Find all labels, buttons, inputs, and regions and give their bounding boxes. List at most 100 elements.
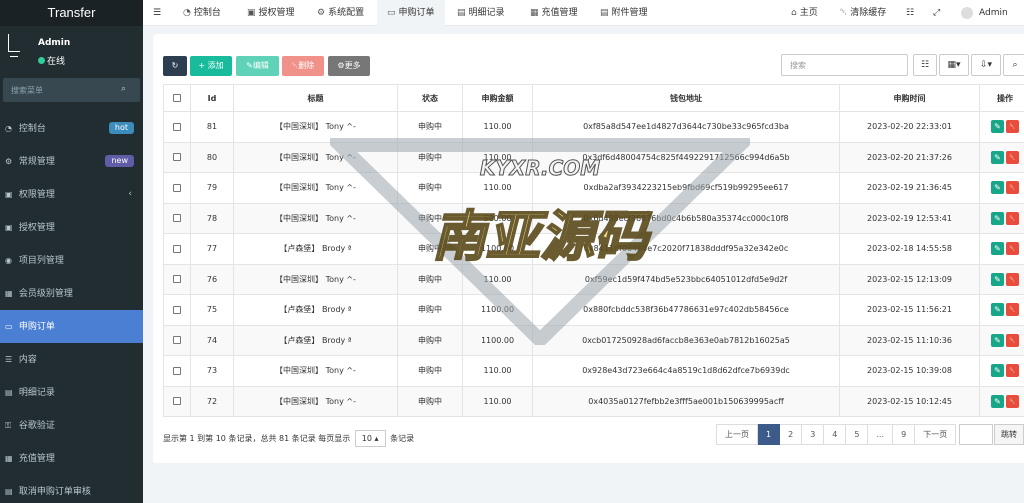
sidebar-item-general[interactable]: ⚙ 常规管理 new <box>0 145 143 178</box>
tab-recharge[interactable]: ▦ 充值管理 <box>530 0 578 26</box>
export-icon[interactable]: ⇩▾ <box>971 54 1001 76</box>
row-select-cell[interactable] <box>163 294 191 326</box>
row-select-cell[interactable] <box>163 111 191 143</box>
table-row[interactable]: 80 【中国深圳】 Tony ^- 申购中 110.00 0x3df6d48004754… <box>163 141 1024 173</box>
edit-button[interactable]: ✎编辑 <box>236 56 279 76</box>
page-button[interactable]: 3 <box>802 424 825 445</box>
sidebar-item-recharge[interactable]: ▦ 充值管理 <box>0 442 143 475</box>
sidebar-item-authorization[interactable]: ▣ 授权管理 <box>0 211 143 244</box>
table-view-icon[interactable]: ☷ <box>913 54 937 76</box>
delete-row-button[interactable]: ␡ <box>1006 333 1019 347</box>
menu-toggle-icon[interactable]: ☰ <box>153 0 161 26</box>
row-select-cell[interactable] <box>163 385 191 417</box>
refresh-button[interactable]: ↻ <box>163 56 187 76</box>
delete-row-button[interactable]: ␡ <box>1006 364 1019 378</box>
table-search-input[interactable]: 搜索 <box>781 54 908 76</box>
language-icon[interactable]: ☷ <box>906 0 914 26</box>
select-all-checkbox[interactable] <box>173 94 181 102</box>
page-button[interactable]: 9 <box>893 424 916 445</box>
jump-button[interactable]: 跳转 <box>994 424 1024 445</box>
select-all-cell[interactable] <box>163 84 191 112</box>
row-checkbox[interactable] <box>173 275 181 284</box>
page-button[interactable]: 5 <box>846 424 869 445</box>
row-select-cell[interactable] <box>163 141 191 173</box>
edit-row-button[interactable]: ✎ <box>991 394 1004 408</box>
tab-orders[interactable]: ▭ 申购订单 <box>377 0 445 26</box>
delete-row-button[interactable]: ␡ <box>1006 150 1019 164</box>
edit-row-button[interactable]: ✎ <box>991 272 1004 286</box>
row-select-cell[interactable] <box>163 233 191 265</box>
row-checkbox[interactable] <box>173 397 181 406</box>
row-checkbox[interactable] <box>173 214 181 223</box>
tab-attachments[interactable]: ▤ 附件管理 <box>600 0 648 26</box>
page-button[interactable]: 4 <box>824 424 847 445</box>
table-row[interactable]: 81 【中国深圳】 Tony ^- 申购中 110.00 0xf85a8d547ee1d… <box>163 111 1024 143</box>
edit-row-button[interactable]: ✎ <box>991 364 1004 378</box>
table-row[interactable]: 76 【中国深圳】 Tony ^- 申购中 110.00 0xf59ec1d59f474… <box>163 263 1024 295</box>
row-checkbox[interactable] <box>173 122 181 131</box>
table-row[interactable]: 79 【中国深圳】 Tony ^- 申购中 110.00 0xdba2af3934223… <box>163 172 1024 204</box>
menu-search-input[interactable]: 搜索菜单 ⌕ <box>3 78 140 102</box>
sidebar-item-orders[interactable]: ▭ 申购订单 <box>0 310 143 343</box>
prev-page-button[interactable]: 上一页 <box>716 424 758 445</box>
columns-icon[interactable]: ▦▾ <box>939 54 969 76</box>
table-row[interactable]: 75 【卢森堡】 Brody ª 申购中 1100.00 0x880fcbddc538f… <box>163 294 1024 326</box>
sidebar-item-dashboard[interactable]: ◔ 控制台 hot <box>0 112 143 145</box>
sidebar-item-member-levels[interactable]: ▦ 会员级别管理 <box>0 277 143 310</box>
page-button[interactable]: 2 <box>780 424 803 445</box>
row-select-cell[interactable] <box>163 172 191 204</box>
search-icon[interactable]: ⌕ <box>1003 54 1024 76</box>
sidebar-item-records[interactable]: ▤ 明细记录 <box>0 376 143 409</box>
row-checkbox[interactable] <box>173 336 181 345</box>
edit-row-button[interactable]: ✎ <box>991 333 1004 347</box>
page-button[interactable]: 1 <box>758 424 781 445</box>
tab-dashboard[interactable]: ◔ 控制台 <box>183 0 221 26</box>
page-size-select[interactable]: 10 ▴ <box>354 430 386 447</box>
delete-row-button[interactable]: ␡ <box>1006 181 1019 195</box>
row-checkbox[interactable] <box>173 153 181 162</box>
edit-row-button[interactable]: ✎ <box>991 211 1004 225</box>
jump-page-input[interactable] <box>959 424 993 445</box>
delete-row-button[interactable]: ␡ <box>1006 242 1019 256</box>
more-button[interactable]: ⚙更多 <box>328 56 370 76</box>
sidebar-item-cancel-review[interactable]: ▤ 取消申购订单审核 <box>0 475 143 503</box>
row-checkbox[interactable] <box>173 183 181 192</box>
col-id[interactable]: Id <box>190 84 234 112</box>
edit-row-button[interactable]: ✎ <box>991 181 1004 195</box>
clear-cache-button[interactable]: ␡ 清除缓存 <box>840 0 886 26</box>
fullscreen-icon[interactable]: ⤢ <box>933 0 940 26</box>
table-row[interactable]: 78 【中国深圳】 Tony ^- 申购中 500.00 0x6d488ecf36876… <box>163 202 1024 234</box>
row-select-cell[interactable] <box>163 263 191 295</box>
tab-records[interactable]: ▤ 明细记录 <box>457 0 505 26</box>
delete-row-button[interactable]: ␡ <box>1006 272 1019 286</box>
search-icon[interactable]: ⌕ <box>121 84 126 94</box>
tab-system-config[interactable]: ⚙ 系统配置 <box>317 0 364 26</box>
sidebar-item-permissions[interactable]: ▣ 权限管理 ‹ <box>0 178 143 211</box>
edit-row-button[interactable]: ✎ <box>991 242 1004 256</box>
row-checkbox[interactable] <box>173 244 181 253</box>
app-logo[interactable]: Transfer <box>0 0 143 26</box>
table-row[interactable]: 72 【中国深圳】 Tony ^- 申购中 110.00 0x4035a0127fefb… <box>163 385 1024 417</box>
home-link[interactable]: ⌂ 主页 <box>791 0 818 26</box>
row-select-cell[interactable] <box>163 202 191 234</box>
edit-row-button[interactable]: ✎ <box>991 120 1004 134</box>
next-page-button[interactable]: 下一页 <box>915 424 957 445</box>
sidebar-item-projects[interactable]: ◉ 项目列管理 <box>0 244 143 277</box>
table-row[interactable]: 77 【卢森堡】 Brody ª 申购中 1100.00 0x8411df06484e7… <box>163 233 1024 265</box>
add-button[interactable]: + 添加 <box>190 56 232 76</box>
delete-row-button[interactable]: ␡ <box>1006 211 1019 225</box>
delete-row-button[interactable]: ␡ <box>1006 303 1019 317</box>
table-row[interactable]: 73 【中国深圳】 Tony ^- 申购中 110.00 0x928e43d723e66… <box>163 355 1024 387</box>
row-checkbox[interactable] <box>173 366 181 375</box>
delete-row-button[interactable]: ␡ <box>1006 394 1019 408</box>
row-checkbox[interactable] <box>173 305 181 314</box>
row-select-cell[interactable] <box>163 324 191 356</box>
edit-row-button[interactable]: ✎ <box>991 303 1004 317</box>
row-select-cell[interactable] <box>163 355 191 387</box>
edit-row-button[interactable]: ✎ <box>991 150 1004 164</box>
admin-menu[interactable]: Admin <box>961 0 1008 26</box>
table-row[interactable]: 74 【卢森堡】 Brody ª 申购中 1100.00 0xcb017250928ad… <box>163 324 1024 356</box>
sidebar-item-content[interactable]: ☰ 内容 <box>0 343 143 376</box>
delete-button[interactable]: ␡删除 <box>282 56 324 76</box>
delete-row-button[interactable]: ␡ <box>1006 120 1019 134</box>
